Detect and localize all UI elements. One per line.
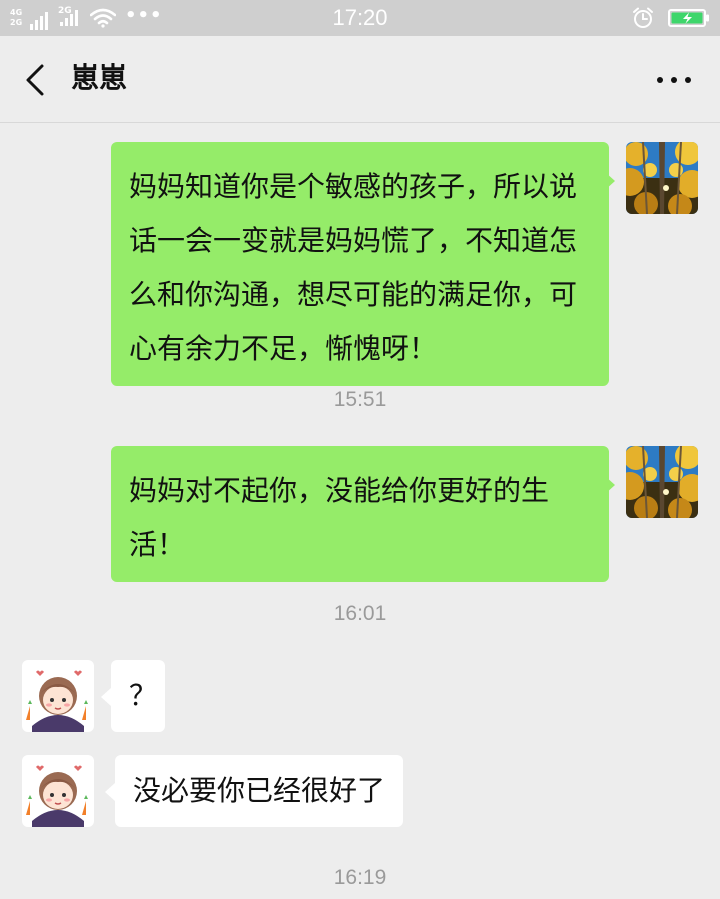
bubble-tail [605, 476, 615, 494]
alarm-icon [633, 7, 653, 28]
timestamp: 16:19 [333, 866, 387, 889]
bubble-tail [101, 688, 111, 706]
more-dots-icon [657, 77, 691, 83]
forest-avatar-image [626, 446, 698, 518]
chevron-left-icon [26, 64, 44, 96]
contact-avatar[interactable] [22, 755, 94, 827]
my-avatar[interactable] [626, 142, 698, 214]
message-bubble-received[interactable]: 没必要你已经很好了 [115, 755, 404, 827]
timestamp: 16:01 [333, 602, 387, 625]
bubble-tail [605, 172, 615, 190]
message-bubble-sent[interactable]: 妈妈知道你是个敏感的孩子，所以说话一会一变就是妈妈慌了，不知道怎么和你沟通，想尽… [111, 142, 609, 386]
battery-charging-icon [668, 9, 709, 27]
message-bubble-received[interactable]: ？ [111, 660, 165, 732]
back-button[interactable] [16, 60, 56, 100]
status-time: 17:20 [332, 5, 388, 30]
message-bubble-sent[interactable]: 妈妈对不起你，没能给你更好的生活！ [111, 446, 609, 582]
my-avatar[interactable] [626, 446, 698, 518]
timestamp: 15:51 [333, 388, 387, 411]
status-bar: 4G 2G 2G ••• 17:20 [0, 0, 720, 36]
more-options-button[interactable] [652, 68, 696, 92]
bubble-tail [105, 783, 115, 801]
cartoon-girl-avatar-image [22, 660, 94, 732]
cartoon-girl-avatar-image [22, 755, 94, 827]
forest-avatar-image [626, 142, 698, 214]
chat-header: 崽崽 [0, 36, 720, 123]
chat-title: 崽崽 [71, 61, 128, 94]
contact-avatar[interactable] [22, 660, 94, 732]
